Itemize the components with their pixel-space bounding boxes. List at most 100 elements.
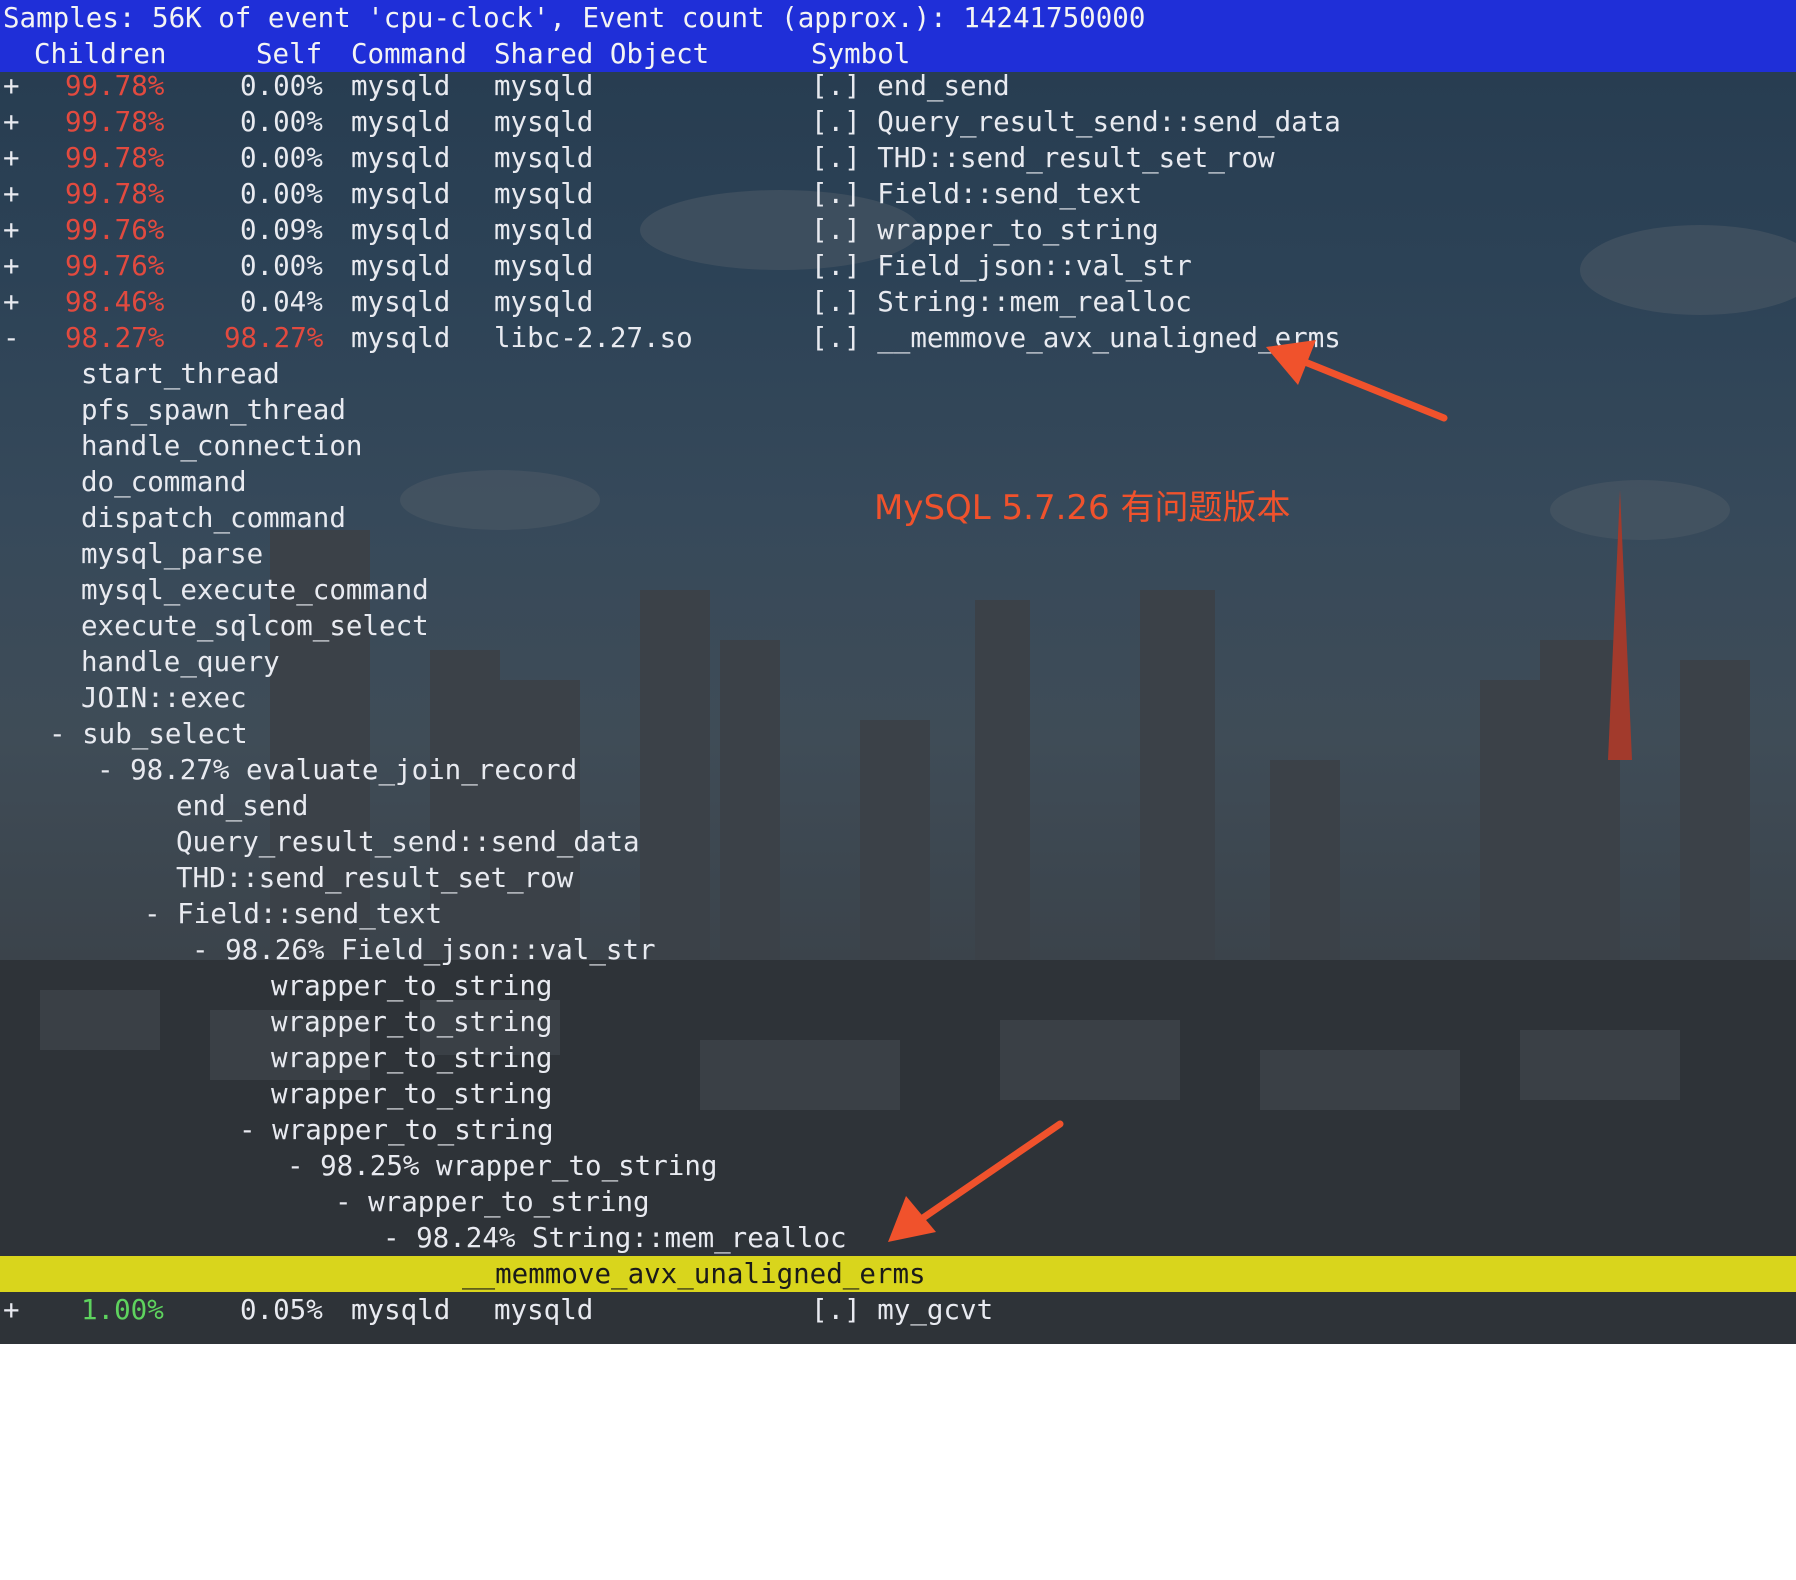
column-header-symbol[interactable]: Symbol xyxy=(811,36,910,72)
symbol-cell: [.] Field::send_text xyxy=(811,178,1143,210)
expand-toggle[interactable]: + xyxy=(3,176,20,212)
command-cell: mysqld xyxy=(351,1294,451,1326)
column-header-command[interactable]: Command xyxy=(351,36,467,72)
table-row[interactable]: + 98.46% 0.04% mysqld mysqld [.] String:… xyxy=(0,284,1796,320)
column-header-shared-object[interactable]: Shared Object xyxy=(494,36,709,72)
callchain-text: Query_result_send::send_data xyxy=(176,826,640,858)
shared-object-cell: libc-2.27.so xyxy=(494,322,693,354)
callchain-text: end_send xyxy=(176,790,309,822)
selected-callchain-entry[interactable]: __memmove_avx_unaligned_erms xyxy=(0,1256,1796,1292)
expand-toggle[interactable]: + xyxy=(3,140,20,176)
callchain-entry[interactable]: end_send xyxy=(0,788,1796,824)
callchain-text: wrapper_to_string xyxy=(271,970,553,1002)
callchain-text: THD::send_result_set_row xyxy=(176,862,574,894)
children-percent: 98.46% xyxy=(65,286,165,318)
callchain-entry[interactable]: - wrapper_to_string xyxy=(0,1112,1796,1148)
callchain-text: mysql_execute_command xyxy=(81,574,429,606)
callchain-entry[interactable]: start_thread xyxy=(0,356,1796,392)
callchain-entry[interactable]: - 98.24% String::mem_realloc xyxy=(0,1220,1796,1256)
callchain-entry[interactable]: Query_result_send::send_data xyxy=(0,824,1796,860)
callchain-entry[interactable]: wrapper_to_string xyxy=(0,1040,1796,1076)
callchain-entry[interactable]: - Field::send_text xyxy=(0,896,1796,932)
callchain-text: - 98.24% String::mem_realloc xyxy=(383,1222,847,1254)
callchain-text: handle_connection xyxy=(81,430,363,462)
shared-object-cell: mysqld xyxy=(494,1294,594,1326)
self-percent: 0.05% xyxy=(240,1294,323,1326)
callchain-entry[interactable]: pfs_spawn_thread xyxy=(0,392,1796,428)
callchain-entry[interactable]: wrapper_to_string xyxy=(0,1004,1796,1040)
selected-symbol: __memmove_avx_unaligned_erms xyxy=(462,1258,926,1290)
command-cell: mysqld xyxy=(351,322,451,354)
command-cell: mysqld xyxy=(351,106,451,138)
column-header-children[interactable]: Children xyxy=(34,36,166,72)
children-percent: 98.27% xyxy=(65,322,165,354)
expand-toggle[interactable]: + xyxy=(3,212,20,248)
callchain-text: - wrapper_to_string xyxy=(335,1186,650,1218)
table-row-expanded[interactable]: - 98.27% 98.27% mysqld libc-2.27.so [.] … xyxy=(0,320,1796,356)
table-row[interactable]: + 99.76% 0.09% mysqld mysqld [.] wrapper… xyxy=(0,212,1796,248)
expand-toggle[interactable]: + xyxy=(3,68,20,104)
callchain-entry[interactable]: handle_connection xyxy=(0,428,1796,464)
command-cell: mysqld xyxy=(351,214,451,246)
children-percent: 99.76% xyxy=(65,214,165,246)
column-header-self[interactable]: Self xyxy=(256,36,322,72)
annotation-label: MySQL 5.7.26 有问题版本 xyxy=(874,488,1291,528)
table-row[interactable]: + 1.00% 0.05% mysqld mysqld [.] my_gcvt xyxy=(0,1292,1796,1328)
callchain-text: - 98.27% evaluate_join_record xyxy=(97,754,578,786)
callchain-text: start_thread xyxy=(81,358,280,390)
children-percent: 1.00% xyxy=(81,1294,164,1326)
expand-toggle[interactable]: + xyxy=(3,104,20,140)
symbol-cell: [.] THD::send_result_set_row xyxy=(811,142,1275,174)
callchain-entry[interactable]: wrapper_to_string xyxy=(0,1076,1796,1112)
callchain-text: pfs_spawn_thread xyxy=(81,394,346,426)
table-row[interactable]: + 99.76% 0.00% mysqld mysqld [.] Field_j… xyxy=(0,248,1796,284)
command-cell: mysqld xyxy=(351,70,451,102)
callchain-entry[interactable]: mysql_execute_command xyxy=(0,572,1796,608)
column-header-row: Children Self Command Shared Object Symb… xyxy=(0,36,1796,72)
perf-summary-text: Samples: 56K of event 'cpu-clock', Event… xyxy=(3,2,1146,34)
shared-object-cell: mysqld xyxy=(494,106,594,138)
self-percent: 0.00% xyxy=(240,70,323,102)
callchain-text: JOIN::exec xyxy=(81,682,247,714)
callchain-text: wrapper_to_string xyxy=(271,1078,553,1110)
callchain-entry[interactable]: execute_sqlcom_select xyxy=(0,608,1796,644)
callchain-entry[interactable]: handle_query xyxy=(0,644,1796,680)
expand-toggle[interactable]: + xyxy=(3,248,20,284)
callchain-entry[interactable]: wrapper_to_string xyxy=(0,968,1796,1004)
command-cell: mysqld xyxy=(351,250,451,282)
expand-toggle[interactable]: + xyxy=(3,284,20,320)
expand-toggle[interactable]: + xyxy=(3,1292,20,1328)
self-percent: 0.00% xyxy=(240,178,323,210)
callchain-text: - 98.26% Field_json::val_str xyxy=(192,934,656,966)
callchain-entry[interactable]: - sub_select xyxy=(0,716,1796,752)
callchain-entry[interactable]: - 98.25% wrapper_to_string xyxy=(0,1148,1796,1184)
callchain-entry[interactable]: - wrapper_to_string xyxy=(0,1184,1796,1220)
collapse-toggle[interactable]: - xyxy=(3,320,20,356)
callchain-entry[interactable]: mysql_parse xyxy=(0,536,1796,572)
command-cell: mysqld xyxy=(351,142,451,174)
command-cell: mysqld xyxy=(351,286,451,318)
perf-summary-bar: Samples: 56K of event 'cpu-clock', Event… xyxy=(0,0,1796,36)
self-percent: 0.00% xyxy=(240,106,323,138)
callchain-entry[interactable]: - 98.26% Field_json::val_str xyxy=(0,932,1796,968)
shared-object-cell: mysqld xyxy=(494,70,594,102)
shared-object-cell: mysqld xyxy=(494,178,594,210)
callchain-text: mysql_parse xyxy=(81,538,264,570)
callchain-entry[interactable]: THD::send_result_set_row xyxy=(0,860,1796,896)
callchain-text: - wrapper_to_string xyxy=(239,1114,554,1146)
children-percent: 99.78% xyxy=(65,106,165,138)
symbol-cell: [.] my_gcvt xyxy=(811,1294,994,1326)
callchain-entry[interactable]: - 98.27% evaluate_join_record xyxy=(0,752,1796,788)
callchain-text: execute_sqlcom_select xyxy=(81,610,429,642)
self-percent: 0.00% xyxy=(240,250,323,282)
callchain-entry[interactable]: JOIN::exec xyxy=(0,680,1796,716)
table-row[interactable]: + 99.78% 0.00% mysqld mysqld [.] end_sen… xyxy=(0,68,1796,104)
table-row[interactable]: + 99.78% 0.00% mysqld mysqld [.] Query_r… xyxy=(0,104,1796,140)
shared-object-cell: mysqld xyxy=(494,214,594,246)
table-row[interactable]: + 99.78% 0.00% mysqld mysqld [.] Field::… xyxy=(0,176,1796,212)
self-percent: 0.09% xyxy=(240,214,323,246)
callchain-text: - sub_select xyxy=(49,718,248,750)
table-row[interactable]: + 99.78% 0.00% mysqld mysqld [.] THD::se… xyxy=(0,140,1796,176)
symbol-cell: [.] __memmove_avx_unaligned_erms xyxy=(811,322,1341,354)
children-percent: 99.78% xyxy=(65,70,165,102)
